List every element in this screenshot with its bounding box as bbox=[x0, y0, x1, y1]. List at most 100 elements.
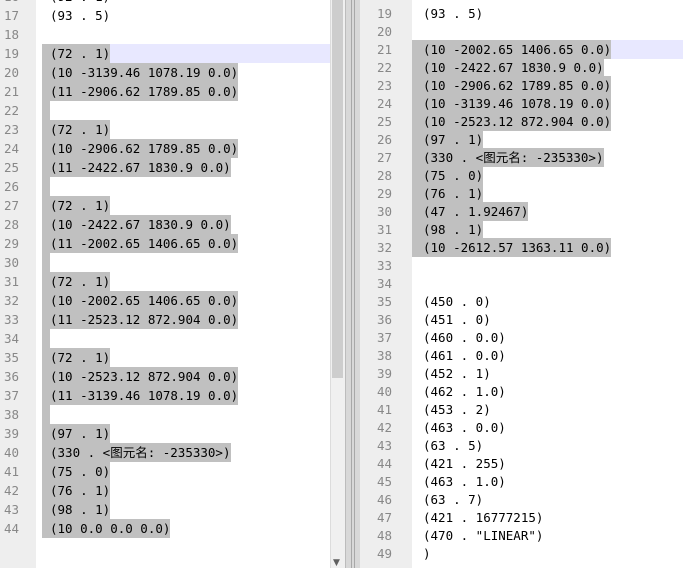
code-text[interactable]: (11 -2422.67 1830.9 0.0) bbox=[50, 158, 231, 177]
code-line[interactable]: 46 (63 . 7) bbox=[360, 490, 683, 509]
code-line[interactable]: 24 (10 -2906.62 1789.85 0.0) bbox=[0, 139, 330, 158]
code-text[interactable]: (63 . 7) bbox=[423, 490, 483, 509]
code-line[interactable]: 21 (10 -2002.65 1406.65 0.0) bbox=[360, 40, 683, 59]
code-text[interactable]: (10 -2523.12 872.904 0.0) bbox=[423, 112, 612, 131]
code-line[interactable]: 22 bbox=[0, 101, 330, 120]
code-line[interactable]: 26 (97 . 1) bbox=[360, 130, 683, 149]
code-line[interactable]: 47 (421 . 16777215) bbox=[360, 508, 683, 527]
code-text[interactable]: (10 -2612.57 1363.11 0.0) bbox=[423, 238, 612, 257]
code-line[interactable]: 30 bbox=[0, 253, 330, 272]
right-editor-pane[interactable]: 19 (93 . 5) 20 21 (10 -2002.65 1406.65 0.0) 2… bbox=[360, 0, 683, 568]
code-text[interactable]: (460 . 0.0) bbox=[423, 328, 506, 347]
code-text[interactable]: (330 . <图元名: -235330>) bbox=[50, 443, 231, 462]
code-line[interactable]: 31 (72 . 1) bbox=[0, 272, 330, 291]
code-text[interactable]: (10 -3139.46 1078.19 0.0) bbox=[423, 94, 612, 113]
code-text[interactable]: (63 . 5) bbox=[423, 436, 483, 455]
code-line[interactable]: 44 (10 0.0 0.0 0.0) bbox=[0, 519, 330, 538]
code-text[interactable]: (10 -2906.62 1789.85 0.0) bbox=[423, 76, 612, 95]
code-text[interactable]: (463 . 0.0) bbox=[423, 418, 506, 437]
code-text[interactable]: (97 . 1) bbox=[423, 130, 484, 149]
code-text[interactable]: (421 . 255) bbox=[423, 454, 506, 473]
left-editor-pane[interactable]: 16(92 . 1)17(93 . 5)1819(72 . 1)20(10 -3… bbox=[0, 0, 330, 568]
code-text[interactable]: (10 -2422.67 1830.9 0.0) bbox=[423, 58, 604, 77]
code-line[interactable]: 25 (11 -2422.67 1830.9 0.0) bbox=[0, 158, 330, 177]
code-text[interactable]: (10 -2906.62 1789.85 0.0) bbox=[50, 139, 239, 158]
code-text[interactable]: (76 . 1) bbox=[50, 481, 111, 500]
code-line[interactable]: 21 (11 -2906.62 1789.85 0.0) bbox=[0, 82, 330, 101]
code-line[interactable]: 26 bbox=[0, 177, 330, 196]
code-line[interactable]: 41 (453 . 2) bbox=[360, 400, 683, 419]
code-text[interactable]: (450 . 0) bbox=[423, 292, 491, 311]
code-line[interactable]: 49) bbox=[360, 544, 683, 563]
code-text[interactable]: (462 . 1.0) bbox=[423, 382, 506, 401]
code-line[interactable]: 37 (11 -3139.46 1078.19 0.0) bbox=[0, 386, 330, 405]
code-text[interactable]: (72 . 1) bbox=[50, 44, 111, 63]
code-text[interactable]: (451 . 0) bbox=[423, 310, 491, 329]
code-text[interactable]: (10 -2523.12 872.904 0.0) bbox=[50, 367, 239, 386]
code-text[interactable]: (11 -2906.62 1789.85 0.0) bbox=[50, 82, 239, 101]
code-text[interactable]: (452 . 1) bbox=[423, 364, 491, 383]
code-line[interactable]: 34 bbox=[360, 274, 683, 293]
code-text[interactable]: (98 . 1) bbox=[423, 220, 484, 239]
code-line[interactable]: 23 (72 . 1) bbox=[0, 120, 330, 139]
code-line[interactable]: 42 (76 . 1) bbox=[0, 481, 330, 500]
code-line[interactable]: 35 (450 . 0) bbox=[360, 292, 683, 311]
code-line[interactable]: 19 (93 . 5) bbox=[360, 4, 683, 23]
code-text[interactable]: (453 . 2) bbox=[423, 400, 491, 419]
code-line[interactable]: 23 (10 -2906.62 1789.85 0.0) bbox=[360, 76, 683, 95]
code-text[interactable]: (463 . 1.0) bbox=[423, 472, 506, 491]
code-line[interactable]: 41 (75 . 0) bbox=[0, 462, 330, 481]
code-text[interactable]: (47 . 1.92467) bbox=[423, 202, 529, 221]
code-text[interactable]: (72 . 1) bbox=[50, 348, 111, 367]
code-text[interactable]: (10 -2002.65 1406.65 0.0) bbox=[423, 40, 612, 59]
code-line[interactable]: 38 bbox=[0, 405, 330, 424]
code-line[interactable]: 32 (10 -2002.65 1406.65 0.0) bbox=[0, 291, 330, 310]
code-line[interactable]: 45 (463 . 1.0) bbox=[360, 472, 683, 491]
code-text[interactable]: (75 . 0) bbox=[423, 166, 484, 185]
code-line[interactable]: 31 (98 . 1) bbox=[360, 220, 683, 239]
code-line[interactable]: 35 (72 . 1) bbox=[0, 348, 330, 367]
left-vertical-scrollbar[interactable] bbox=[330, 0, 345, 568]
code-line[interactable]: 28 (75 . 0) bbox=[360, 166, 683, 185]
code-line[interactable]: 33 (11 -2523.12 872.904 0.0) bbox=[0, 310, 330, 329]
code-text[interactable]: (93 . 5) bbox=[50, 6, 110, 25]
code-line[interactable]: 48 (470 . "LINEAR") bbox=[360, 526, 683, 545]
code-text[interactable]: (11 -2523.12 872.904 0.0) bbox=[50, 310, 239, 329]
code-text[interactable]: (97 . 1) bbox=[50, 424, 111, 443]
code-line[interactable]: 40 (330 . <图元名: -235330>) bbox=[0, 443, 330, 462]
code-line[interactable]: 39 (452 . 1) bbox=[360, 364, 683, 383]
code-text[interactable]: (72 . 1) bbox=[50, 272, 111, 291]
code-text[interactable]: (10 -3139.46 1078.19 0.0) bbox=[50, 63, 239, 82]
code-line[interactable]: 43 (63 . 5) bbox=[360, 436, 683, 455]
code-text[interactable]: (11 -2002.65 1406.65 0.0) bbox=[50, 234, 239, 253]
code-line[interactable]: 34 bbox=[0, 329, 330, 348]
code-line[interactable]: 36 (10 -2523.12 872.904 0.0) bbox=[0, 367, 330, 386]
scrollbar-thumb[interactable] bbox=[332, 0, 343, 378]
code-line[interactable]: 30 (47 . 1.92467) bbox=[360, 202, 683, 221]
code-line[interactable]: 20 bbox=[360, 22, 683, 41]
code-text[interactable]: (330 . <图元名: -235330>) bbox=[423, 148, 604, 167]
code-line[interactable]: 17 (93 . 5) bbox=[0, 6, 330, 25]
code-text[interactable]: (10 0.0 0.0 0.0) bbox=[50, 519, 171, 538]
code-text[interactable]: (10 -2422.67 1830.9 0.0) bbox=[50, 215, 231, 234]
code-line[interactable]: 28 (10 -2422.67 1830.9 0.0) bbox=[0, 215, 330, 234]
code-line[interactable]: 42 (463 . 0.0) bbox=[360, 418, 683, 437]
code-text[interactable]: (11 -3139.46 1078.19 0.0) bbox=[50, 386, 239, 405]
code-line[interactable]: 27 (330 . <图元名: -235330>) bbox=[360, 148, 683, 167]
code-line[interactable]: 19 (72 . 1) bbox=[0, 44, 330, 63]
code-line[interactable]: 40 (462 . 1.0) bbox=[360, 382, 683, 401]
code-line[interactable]: 36 (451 . 0) bbox=[360, 310, 683, 329]
code-text[interactable]: (421 . 16777215) bbox=[423, 508, 543, 527]
code-line[interactable]: 29 (11 -2002.65 1406.65 0.0) bbox=[0, 234, 330, 253]
code-text[interactable]: (98 . 1) bbox=[50, 500, 111, 519]
code-text[interactable]: (461 . 0.0) bbox=[423, 346, 506, 365]
scroll-down-arrow-icon[interactable]: ▼ bbox=[333, 558, 340, 568]
code-line[interactable]: 44 (421 . 255) bbox=[360, 454, 683, 473]
code-text[interactable]: ) bbox=[423, 544, 431, 563]
code-text[interactable]: (76 . 1) bbox=[423, 184, 484, 203]
code-line[interactable]: 37 (460 . 0.0) bbox=[360, 328, 683, 347]
code-text[interactable]: (72 . 1) bbox=[50, 196, 111, 215]
code-line[interactable]: 33 bbox=[360, 256, 683, 275]
code-line[interactable]: 39 (97 . 1) bbox=[0, 424, 330, 443]
code-line[interactable]: 27 (72 . 1) bbox=[0, 196, 330, 215]
